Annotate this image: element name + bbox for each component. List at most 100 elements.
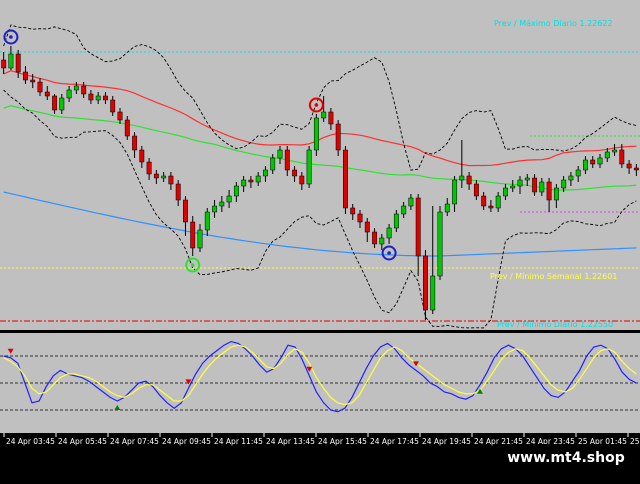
bear-candle [103, 95, 108, 101]
bull-candle [444, 203, 450, 213]
bear-candle [146, 161, 152, 175]
bull-candle [524, 177, 530, 181]
bull-candle [226, 195, 232, 203]
bear-candle [1, 59, 7, 69]
bull-candle [553, 187, 559, 201]
prev-min-weekly-label: Prev / Mínimo Semanal 1.22601 [490, 272, 617, 281]
time-axis-label: 24 Apr 11:45 [214, 437, 263, 446]
chart-window[interactable]: 24 Apr 03:45 24 Apr 05:45 24 Apr 07:45 24 A… [0, 0, 640, 480]
bear-candle [423, 255, 428, 311]
bear-candle [590, 159, 596, 165]
bear-candle [175, 183, 181, 201]
bear-candle [292, 169, 298, 177]
marker-dot [387, 251, 391, 255]
time-axis-label: 24 Apr 03:45 [6, 437, 55, 446]
time-axis-label: 24 Apr 07:45 [110, 437, 159, 446]
bear-candle [168, 175, 174, 185]
bull-candle [95, 95, 101, 101]
bear-candle [335, 123, 341, 151]
bull-candle [583, 159, 588, 171]
bull-candle [161, 175, 167, 179]
bull-candle [219, 201, 225, 207]
bull-candle [306, 149, 312, 185]
price-chart[interactable]: 24 Apr 03:45 24 Apr 05:45 24 Apr 07:45 24 A… [0, 0, 640, 480]
bull-candle [510, 185, 516, 189]
bear-candle [190, 221, 196, 249]
bear-candle [372, 231, 378, 245]
bull-candle [503, 187, 508, 197]
bear-candle [284, 149, 290, 171]
pane-separator[interactable] [0, 330, 640, 333]
bear-candle [132, 135, 138, 151]
time-axis-label: 24 Apr 19:45 [422, 437, 471, 446]
bear-candle [532, 177, 538, 193]
time-axis-label: 24 Apr 05:45 [58, 437, 107, 446]
bear-candle [153, 173, 159, 179]
bear-candle [81, 85, 87, 95]
bull-candle [539, 181, 545, 193]
marker-dot [190, 263, 195, 267]
bull-candle [66, 89, 72, 99]
bull-candle [604, 151, 610, 159]
bear-candle [466, 175, 472, 185]
bull-candle [59, 97, 65, 111]
bear-candle [626, 163, 632, 169]
bear-candle [23, 71, 28, 81]
prev-max-daily-label: Prev / Máximo Diario 1.22622 [494, 19, 613, 28]
marker-dot [9, 35, 13, 39]
bull-candle [393, 213, 399, 229]
marker-dot [314, 103, 319, 107]
bear-candle [15, 53, 21, 73]
bull-candle [386, 227, 392, 239]
bull-candle [437, 211, 443, 277]
bear-candle [473, 183, 479, 197]
bear-candle [183, 199, 188, 223]
bear-candle [488, 205, 494, 209]
bull-candle [321, 111, 327, 119]
bear-candle [44, 91, 50, 97]
bull-candle [233, 185, 239, 197]
bear-candle [357, 213, 363, 223]
bull-candle [241, 179, 247, 187]
bear-candle [139, 149, 145, 163]
prev-min-daily-label: Prev / Mínimo Diario 1.22550 [497, 320, 613, 329]
bull-candle [597, 157, 603, 165]
time-axis-label: 24 Apr 13:45 [266, 437, 315, 446]
bull-candle [561, 179, 567, 189]
bear-candle [619, 149, 625, 165]
bear-candle [52, 95, 58, 111]
bull-candle [204, 211, 210, 231]
bear-candle [481, 195, 487, 207]
time-axis-label: 24 Apr 17:45 [370, 437, 419, 446]
time-axis-label: 24 Apr 09:45 [162, 437, 211, 446]
bull-candle [197, 229, 203, 249]
bear-candle [350, 207, 356, 215]
bear-candle [299, 175, 305, 185]
bull-candle [568, 175, 574, 181]
bear-candle [88, 93, 94, 101]
bear-candle [364, 221, 370, 233]
bull-candle [401, 205, 407, 215]
bear-candle [110, 99, 116, 113]
bull-candle [612, 149, 618, 153]
bull-candle [73, 85, 79, 91]
bear-candle [30, 79, 36, 83]
bear-candle [546, 181, 552, 201]
bull-candle [277, 149, 283, 159]
bull-candle [495, 195, 501, 209]
bear-candle [124, 119, 130, 137]
time-axis-label: 24 Apr 15:45 [318, 437, 367, 446]
bear-candle [117, 111, 123, 121]
bear-candle [248, 179, 254, 183]
bear-candle [328, 111, 334, 125]
bull-candle [459, 175, 465, 181]
bull-candle [212, 205, 218, 213]
bull-candle [270, 157, 276, 171]
brand-text: www.mt4.shop [507, 450, 625, 466]
bull-candle [517, 179, 523, 187]
bull-candle [255, 175, 261, 183]
bull-candle [452, 179, 458, 205]
bull-candle [8, 53, 14, 69]
bull-candle [313, 117, 319, 151]
bull-candle [575, 169, 581, 177]
